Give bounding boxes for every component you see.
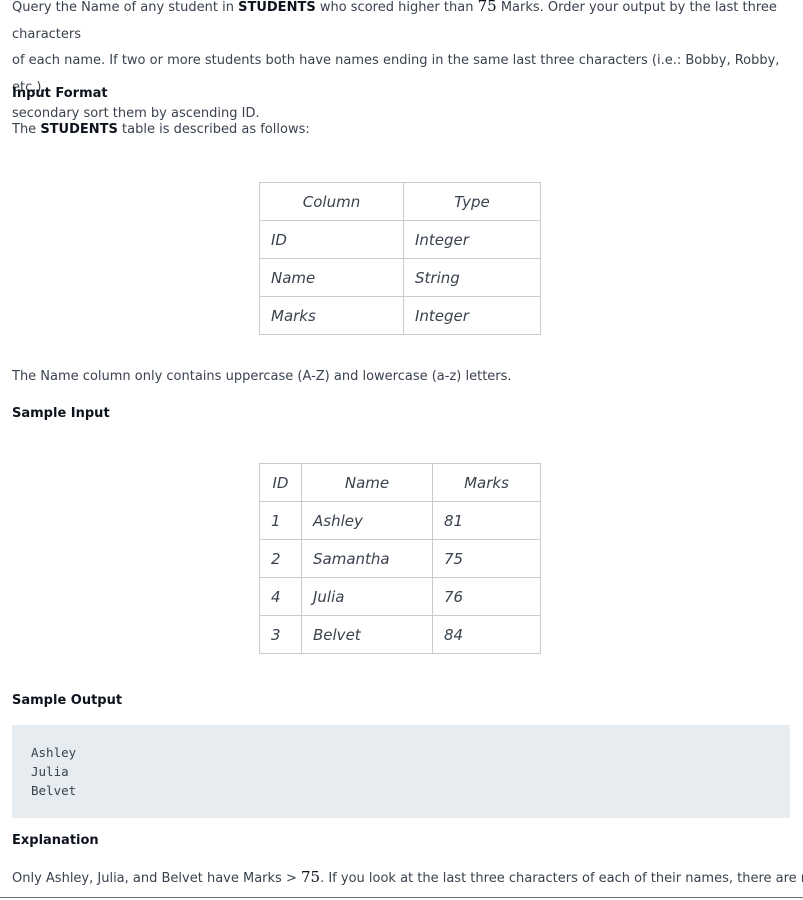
- sample-header-row: ID Name Marks: [259, 463, 541, 502]
- bottom-divider: [0, 897, 803, 898]
- input-format-text-end: table is described as follows:: [117, 122, 310, 137]
- sample-output-heading: Sample Output: [12, 693, 123, 708]
- sample-cell-name: Samantha: [301, 539, 433, 578]
- schema-cell-type: Integer: [403, 296, 541, 335]
- schema-cell-type: String: [403, 258, 541, 297]
- schema-cell-type: Integer: [403, 220, 541, 259]
- sample-cell-marks: 76: [432, 577, 541, 616]
- name-column-note: The Name column only contains uppercase …: [12, 369, 512, 384]
- marks-threshold: 75: [477, 0, 497, 15]
- schema-cell-column: Name: [259, 258, 404, 297]
- sample-cell-marks: 84: [432, 615, 541, 654]
- explanation-text: Only Ashley, Julia, and Belvet have Mark…: [12, 864, 803, 893]
- table-row: Name String: [259, 258, 541, 297]
- sample-cell-name: Belvet: [301, 615, 433, 654]
- sample-input-heading: Sample Input: [12, 406, 110, 421]
- sample-header-marks: Marks: [432, 463, 541, 502]
- schema-header-column: Column: [259, 182, 404, 221]
- students-table-name: STUDENTS: [238, 0, 316, 15]
- sample-input-table: ID Name Marks 1 Ashley 81 2 Samantha 75 …: [259, 463, 541, 654]
- table-row: 2 Samantha 75: [259, 539, 541, 578]
- sample-cell-marks: 75: [432, 539, 541, 578]
- table-row: ID Integer: [259, 220, 541, 259]
- problem-description: Query the Name of any student in STUDENT…: [12, 0, 792, 128]
- problem-text-start: Query the Name of any student in: [12, 0, 239, 15]
- input-format-description: The STUDENTS table is described as follo…: [12, 117, 310, 144]
- sample-header-name: Name: [301, 463, 433, 502]
- output-line: Belvet: [31, 783, 77, 798]
- input-format-heading: Input Format: [12, 86, 108, 101]
- explanation-threshold: 75: [300, 868, 321, 886]
- output-line: Julia: [31, 764, 69, 779]
- output-line: Ashley: [31, 745, 77, 760]
- explanation-heading: Explanation: [12, 833, 99, 848]
- problem-text-line-2: of each name. If two or more students bo…: [12, 53, 780, 95]
- input-format-text-start: The: [12, 122, 41, 137]
- schema-table: Column Type ID Integer Name String Marks…: [259, 182, 541, 335]
- input-format-table-name: STUDENTS: [40, 122, 118, 137]
- table-row: 4 Julia 76: [259, 577, 541, 616]
- sample-cell-marks: 81: [432, 501, 541, 540]
- table-row: 3 Belvet 84: [259, 615, 541, 654]
- sample-cell-name: Julia: [301, 577, 433, 616]
- schema-header-type: Type: [403, 182, 541, 221]
- sample-cell-name: Ashley: [301, 501, 433, 540]
- sample-output-code-block: Ashley Julia Belvet: [12, 725, 790, 818]
- sample-header-id: ID: [259, 463, 302, 502]
- sample-cell-id: 4: [259, 577, 302, 616]
- sample-cell-id: 3: [259, 615, 302, 654]
- schema-cell-column: Marks: [259, 296, 404, 335]
- sample-cell-id: 1: [259, 501, 302, 540]
- schema-header-row: Column Type: [259, 182, 541, 221]
- table-row: Marks Integer: [259, 296, 541, 335]
- explanation-text-start: Only Ashley, Julia, and Belvet have Mark…: [12, 871, 301, 886]
- sample-cell-id: 2: [259, 539, 302, 578]
- explanation-text-end: . If you look at the last three characte…: [320, 871, 803, 886]
- schema-cell-column: ID: [259, 220, 404, 259]
- table-row: 1 Ashley 81: [259, 501, 541, 540]
- problem-text-mid: who scored higher than: [315, 0, 478, 15]
